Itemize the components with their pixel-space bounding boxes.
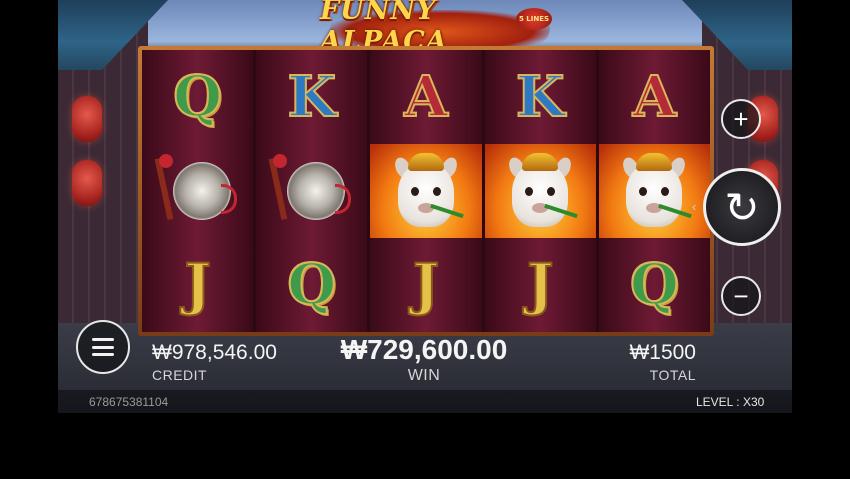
alpaca-icon: [614, 149, 694, 233]
reel-5: AQ: [598, 50, 711, 332]
symbol-gong: [256, 144, 367, 238]
reel-2: KQ: [256, 50, 368, 332]
gong-icon: [154, 154, 237, 228]
symbol-letter: Q: [599, 238, 710, 332]
symbol-letter: J: [485, 238, 596, 332]
lantern-icon: [72, 96, 102, 142]
symbol-j: J: [412, 252, 440, 318]
symbol-alpaca: [370, 144, 482, 238]
symbol-q: Q: [286, 252, 337, 318]
spin-hint-arrow-icon: ‹: [692, 199, 697, 214]
symbol-letter: A: [370, 50, 481, 144]
symbol-a: A: [403, 64, 448, 130]
spin-button[interactable]: ↻: [703, 168, 781, 246]
symbol-letter: Q: [256, 238, 367, 332]
symbol-letter: K: [485, 50, 596, 144]
credit-value: ₩978,546.00: [152, 341, 277, 364]
symbol-letter: J: [142, 238, 253, 332]
reel-1: QJ: [142, 50, 254, 332]
refresh-icon: ↻: [724, 183, 760, 231]
symbol-letter: Q: [142, 50, 253, 144]
symbol-j: J: [183, 252, 211, 318]
hamburger-icon: [92, 338, 114, 356]
symbol-q: Q: [172, 64, 223, 130]
win-value: ₩729,600.00: [340, 334, 508, 365]
symbol-q: Q: [629, 252, 680, 318]
increase-bet-button[interactable]: +: [721, 99, 761, 139]
symbol-j: J: [526, 252, 554, 318]
win-label: WIN: [407, 367, 441, 384]
symbol-letter: A: [599, 50, 710, 144]
symbol-alpaca: [484, 144, 596, 238]
minus-icon: −: [733, 280, 749, 311]
alpaca-icon: [500, 149, 580, 233]
symbol-gong: [142, 144, 253, 238]
decrease-bet-button[interactable]: −: [721, 276, 761, 316]
level-label: LEVEL :: [696, 395, 740, 409]
lantern-icon: [72, 160, 102, 206]
game-logo: FUNNY ALPACA 5 LINES: [320, 0, 560, 57]
alpaca-icon: [386, 149, 466, 233]
symbol-k: K: [286, 64, 337, 130]
gong-icon: [268, 154, 351, 228]
reel-grid: QJKQAJKJAQ: [142, 50, 711, 332]
total-bet-value: ₩1500: [629, 341, 696, 364]
total-bet-label: TOTAL: [649, 367, 696, 383]
plus-icon: +: [733, 103, 749, 134]
symbol-letter: K: [256, 50, 367, 144]
level-value: X30: [742, 395, 765, 409]
reel-3: AJ: [370, 50, 482, 332]
session-id: 678675381104: [89, 395, 169, 409]
reel-4: KJ: [484, 50, 596, 332]
symbol-k: K: [515, 64, 566, 130]
level-indicator: LEVEL : X30: [696, 395, 764, 409]
symbol-letter: J: [370, 238, 481, 332]
lines-badge: 5 LINES: [516, 8, 552, 30]
symbol-a: A: [632, 64, 677, 130]
credit-label: CREDIT: [152, 367, 208, 383]
symbol-alpaca: [598, 144, 711, 238]
reels-frame: QJKQAJKJAQ: [138, 46, 714, 336]
menu-button[interactable]: [76, 320, 130, 374]
